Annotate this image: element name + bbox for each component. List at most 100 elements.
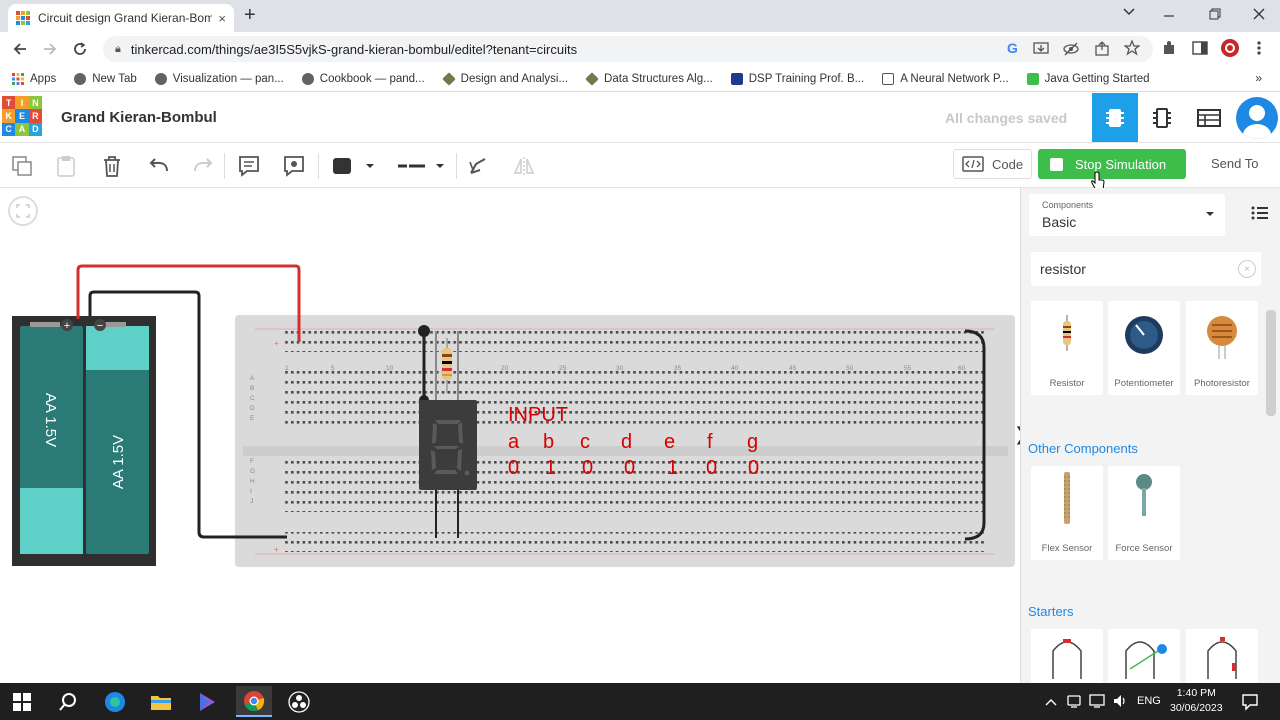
taskbar-file-explorer[interactable] <box>148 689 174 715</box>
tray-expand-icon[interactable] <box>1045 697 1057 707</box>
stop-simulation-button[interactable]: Stop Simulation <box>1038 149 1186 179</box>
google-icon[interactable]: G <box>1005 40 1021 56</box>
url-field[interactable]: 🔒︎ tinkercad.com/things/ae3I5S5vjkS-gran… <box>103 36 1153 62</box>
extensions-puzzle-icon[interactable] <box>1161 40 1177 56</box>
chrome-icon <box>244 690 265 711</box>
display-icon[interactable] <box>1089 693 1105 709</box>
wire-type-dropdown[interactable] <box>395 152 449 180</box>
taskbar-obs[interactable] <box>286 689 312 715</box>
bookmark-dsp-training[interactable]: DSP Training Prof. B... <box>730 72 864 85</box>
circuit-canvas[interactable]: + + 1 5 10 15 20 25 30 35 40 45 50 55 60… <box>0 188 1020 683</box>
network-icon[interactable] <box>1066 693 1082 709</box>
browser-menu-icon[interactable] <box>1256 40 1262 56</box>
side-panel-icon[interactable] <box>1192 40 1208 56</box>
eye-off-icon[interactable] <box>1063 41 1079 57</box>
system-clock[interactable]: 1:40 PM 30/06/2023 <box>1170 686 1223 716</box>
reload-icon[interactable] <box>72 41 88 57</box>
bookmark-neural-network[interactable]: A Neural Network P... <box>882 72 1009 85</box>
wire-end-node <box>418 325 430 337</box>
paste-button[interactable] <box>52 152 80 180</box>
bookmark-apps[interactable]: Apps <box>12 72 56 85</box>
forward-arrow-icon[interactable] <box>42 41 58 57</box>
seven-segment-display[interactable] <box>419 400 477 490</box>
new-tab-button[interactable]: + <box>244 4 256 27</box>
logo-letter: R <box>28 109 42 123</box>
share-icon[interactable] <box>1094 41 1110 57</box>
list-view-icon[interactable] <box>1251 206 1269 220</box>
segment-label-a: a <box>508 431 520 453</box>
taskbar-edge[interactable] <box>102 689 128 715</box>
clock-date: 30/06/2023 <box>1170 702 1223 714</box>
starter-card[interactable] <box>1031 629 1103 683</box>
lock-icon: 🔒︎ <box>115 42 121 55</box>
segment-label-e: e <box>664 431 675 453</box>
starter-circuit-icon <box>1125 641 1167 679</box>
clear-search-icon[interactable]: × <box>1238 260 1256 278</box>
taskbar-chrome-active[interactable] <box>236 686 272 717</box>
bookmark-star-icon[interactable] <box>1124 40 1140 56</box>
rotate-button[interactable] <box>464 152 492 180</box>
starter-card[interactable] <box>1108 629 1180 683</box>
browser-tab[interactable]: Circuit design Grand Kieran-Bom × <box>8 4 234 32</box>
battery-pack[interactable] <box>12 316 156 566</box>
component-card-photoresistor[interactable]: Photoresistor <box>1186 301 1258 395</box>
volume-icon[interactable] <box>1112 693 1128 709</box>
notifications-icon[interactable] <box>1241 693 1259 711</box>
window-close-icon[interactable] <box>1253 8 1265 20</box>
notes-visibility-button[interactable] <box>280 152 308 180</box>
bookmark-design-analysis[interactable]: Design and Analysi... <box>441 71 568 86</box>
components-dropdown[interactable]: Components Basic <box>1029 194 1225 236</box>
code-button[interactable]: Code <box>953 149 1032 179</box>
tinkercad-logo[interactable]: T I N K E R C A D <box>2 96 42 136</box>
code-icon <box>962 156 984 172</box>
minimize-icon[interactable] <box>1163 10 1175 22</box>
send-to-button[interactable]: Send To <box>1211 156 1258 171</box>
row-letter: G <box>250 468 255 475</box>
user-avatar[interactable] <box>1236 97 1278 139</box>
taskbar-search-button[interactable] <box>55 689 81 715</box>
bookmark-cookbook[interactable]: Cookbook — pand... <box>301 72 425 85</box>
component-card-resistor[interactable]: Resistor <box>1031 301 1103 395</box>
undo-button[interactable] <box>145 152 173 180</box>
language-indicator[interactable]: ENG <box>1137 695 1161 707</box>
bookmark-label: Data Structures Alg... <box>604 72 713 85</box>
bookmark-new-tab[interactable]: New Tab <box>74 72 137 85</box>
schematic-view-button[interactable] <box>1139 93 1185 142</box>
bookmark-java[interactable]: Java Getting Started <box>1026 72 1150 85</box>
flip-button[interactable] <box>510 152 538 180</box>
editor-toolbar: Code Stop Simulation Send To <box>0 143 1280 191</box>
start-button[interactable] <box>9 689 35 715</box>
wire-color-dropdown[interactable] <box>330 152 378 180</box>
bookmark-label: New Tab <box>92 72 137 85</box>
tab-close-icon[interactable]: × <box>218 11 226 26</box>
component-search-input[interactable]: resistor × <box>1031 252 1261 286</box>
redo-button[interactable] <box>189 152 217 180</box>
resistor-icon <box>1063 315 1071 351</box>
bookmark-visualization[interactable]: Visualization — pan... <box>154 72 284 85</box>
component-card-force-sensor[interactable]: Force Sensor <box>1108 466 1180 560</box>
bookmark-data-structures[interactable]: Data Structures Alg... <box>585 71 713 86</box>
project-title[interactable]: Grand Kieran-Bombul <box>61 109 217 126</box>
component-list-button[interactable] <box>1186 93 1232 142</box>
component-card-label: Force Sensor <box>1115 543 1173 554</box>
copy-button[interactable] <box>8 152 36 180</box>
tab-search-chevron-icon[interactable] <box>1123 5 1135 17</box>
delete-button[interactable] <box>98 152 126 180</box>
back-arrow-icon[interactable] <box>12 41 28 57</box>
taskbar-media-app[interactable] <box>194 689 220 715</box>
logo-letter: A <box>15 122 29 136</box>
components-dropdown-value: Basic <box>1042 214 1077 230</box>
component-card-potentiometer[interactable]: Potentiometer <box>1108 301 1180 395</box>
address-bar-row: 🔒︎ tinkercad.com/things/ae3I5S5vjkS-gran… <box>0 32 1280 66</box>
profile-icon[interactable] <box>1220 38 1240 58</box>
notes-button[interactable] <box>235 152 263 180</box>
bookmarks-more-icon[interactable]: » <box>1255 71 1262 85</box>
component-card-flex-sensor[interactable]: Flex Sensor <box>1031 466 1103 560</box>
install-app-icon[interactable] <box>1033 41 1049 57</box>
column-number: 20 <box>501 365 509 372</box>
toolbar-divider <box>456 153 457 179</box>
panel-scrollbar[interactable] <box>1266 310 1276 416</box>
starter-card[interactable] <box>1186 629 1258 683</box>
circuit-view-button[interactable] <box>1092 93 1138 142</box>
restore-icon[interactable] <box>1209 8 1221 20</box>
